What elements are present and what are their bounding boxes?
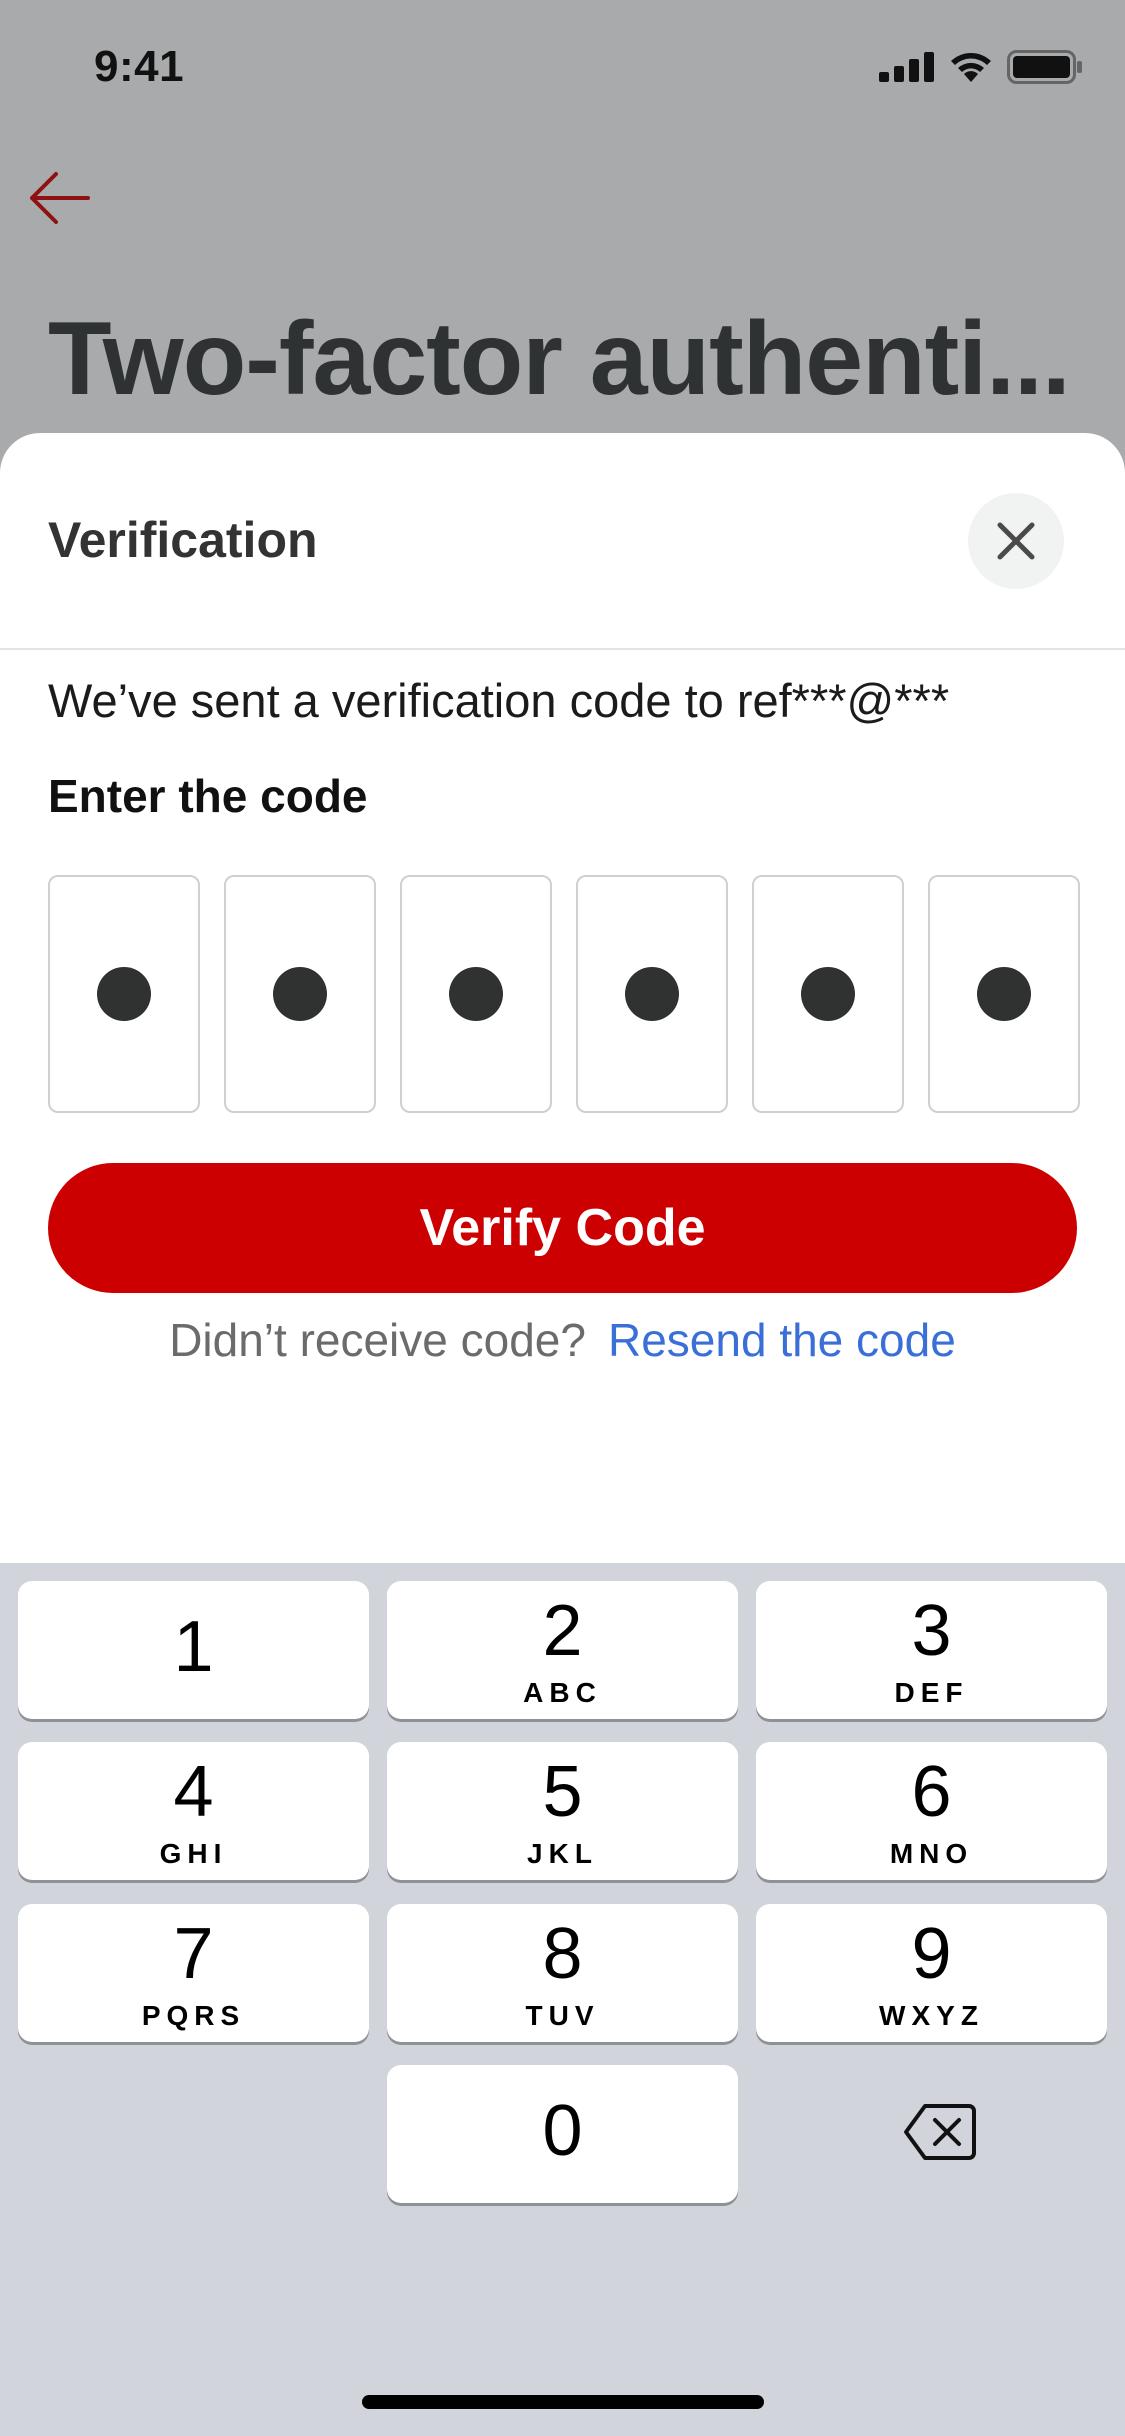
key-digit: 4 xyxy=(173,1752,214,1832)
sent-to-text: We’ve sent a verification code to ref***… xyxy=(48,674,950,727)
resend-code-link[interactable]: Resend the code xyxy=(608,1314,956,1366)
key-digit: 2 xyxy=(542,1591,583,1671)
key-digit: 8 xyxy=(542,1914,583,1994)
key-3[interactable]: 3 DEF xyxy=(756,1581,1107,1719)
key-letters: JKL xyxy=(527,1838,598,1869)
verification-sheet: Verification We’ve sent a verification c… xyxy=(0,433,1125,1563)
key-9[interactable]: 9 WXYZ xyxy=(756,1904,1107,2042)
key-7[interactable]: 7 PQRS xyxy=(18,1904,369,2042)
key-letters: ABC xyxy=(523,1677,602,1708)
wifi-icon xyxy=(951,53,991,82)
page-title: Two-factor authenti... xyxy=(48,301,1071,417)
delete-icon xyxy=(904,2104,976,2160)
signal-icon xyxy=(879,52,934,82)
filled-dot xyxy=(977,967,1031,1021)
key-letters: DEF xyxy=(894,1677,969,1708)
code-digit-box[interactable] xyxy=(576,875,728,1113)
key-8[interactable]: 8 TUV xyxy=(387,1904,738,2042)
code-digit-box[interactable] xyxy=(752,875,904,1113)
back-arrow-icon[interactable] xyxy=(26,168,92,228)
code-digit-box[interactable] xyxy=(224,875,376,1113)
key-digit: 7 xyxy=(173,1914,214,1994)
close-icon xyxy=(997,522,1035,560)
status-bar: 9:41 xyxy=(0,0,1125,140)
delete-key[interactable] xyxy=(876,2092,1004,2172)
key-5[interactable]: 5 JKL xyxy=(387,1742,738,1880)
resend-prompt: Didn’t receive code? xyxy=(169,1314,586,1366)
verify-code-button[interactable]: Verify Code xyxy=(48,1163,1077,1293)
key-1[interactable]: 1 xyxy=(18,1581,369,1719)
key-digit: 6 xyxy=(911,1752,952,1832)
filled-dot xyxy=(625,967,679,1021)
key-digit: 5 xyxy=(542,1752,583,1832)
key-letters: MNO xyxy=(889,1838,974,1869)
status-icons xyxy=(879,50,1083,84)
battery-icon xyxy=(1007,50,1082,84)
code-digit-box[interactable] xyxy=(48,875,200,1113)
code-digit-box[interactable] xyxy=(928,875,1080,1113)
sheet-header: Verification xyxy=(0,433,1125,650)
resend-row: Didn’t receive code? Resend the code xyxy=(0,1313,1125,1367)
key-letters: WXYZ xyxy=(879,2000,984,2031)
key-digit: 0 xyxy=(542,2091,583,2171)
filled-dot xyxy=(273,967,327,1021)
status-time: 9:41 xyxy=(94,42,185,91)
filled-dot xyxy=(449,967,503,1021)
key-letters: TUV xyxy=(525,2000,600,2031)
code-input[interactable] xyxy=(48,875,1080,1113)
enter-code-label: Enter the code xyxy=(48,770,368,822)
home-indicator xyxy=(362,2395,764,2409)
key-digit: 1 xyxy=(173,1607,214,1687)
filled-dot xyxy=(801,967,855,1021)
key-6[interactable]: 6 MNO xyxy=(756,1742,1107,1880)
sheet-title: Verification xyxy=(48,512,318,568)
key-letters: PQRS xyxy=(141,2000,246,2031)
code-digit-box[interactable] xyxy=(400,875,552,1113)
key-digit: 9 xyxy=(911,1914,952,1994)
close-button[interactable] xyxy=(968,493,1064,589)
key-2[interactable]: 2 ABC xyxy=(387,1581,738,1719)
filled-dot xyxy=(97,967,151,1021)
key-4[interactable]: 4 GHI xyxy=(18,1742,369,1880)
key-letters: GHI xyxy=(159,1838,228,1869)
key-digit: 3 xyxy=(911,1591,952,1671)
key-0[interactable]: 0 xyxy=(387,2065,738,2203)
